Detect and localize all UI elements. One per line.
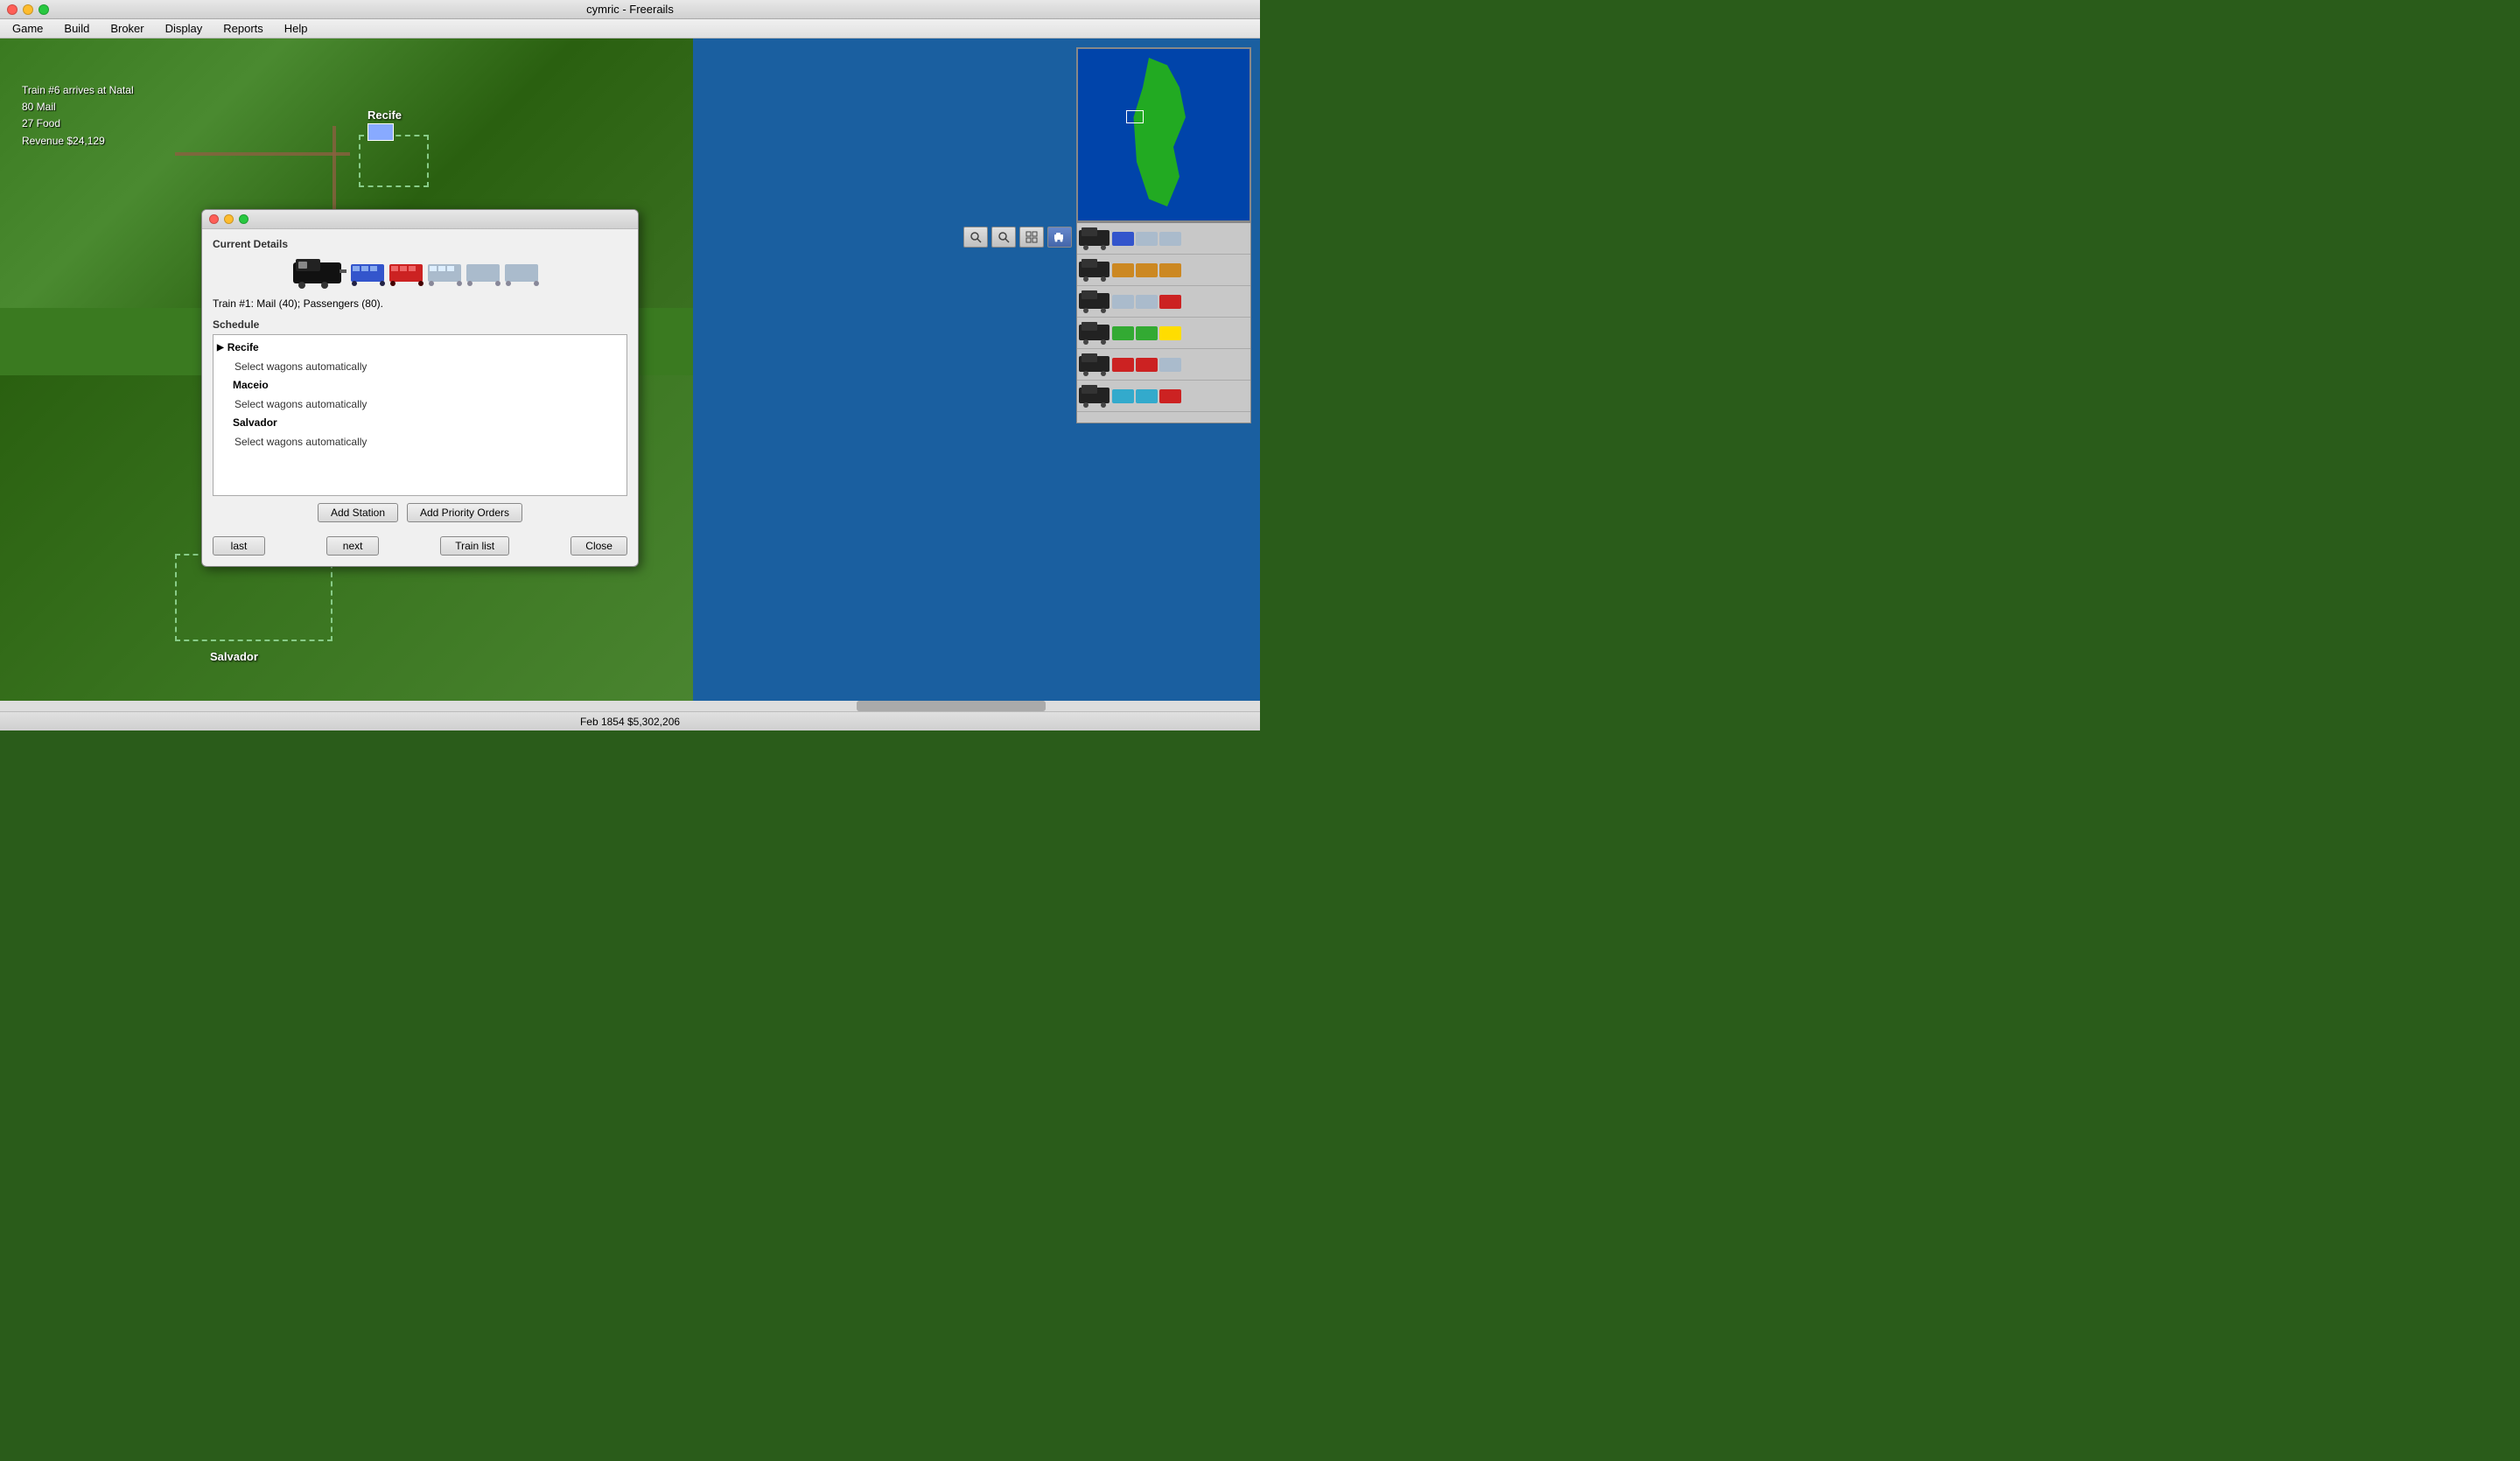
- train-row-6-visual: [1079, 384, 1193, 409]
- last-button[interactable]: last: [213, 536, 265, 556]
- salvador-label: Salvador: [210, 650, 258, 663]
- minimize-button[interactable]: [23, 4, 33, 15]
- window-title: cymric - Freerails: [586, 3, 674, 16]
- train-image-area: [213, 257, 627, 290]
- scrollbar-thumb[interactable]: [857, 701, 1046, 711]
- train-list-row[interactable]: [1077, 381, 1250, 412]
- menu-game[interactable]: Game: [4, 21, 52, 36]
- horizontal-scrollbar[interactable]: [0, 701, 1260, 711]
- statusbar-text: Feb 1854 $5,302,206: [580, 716, 680, 728]
- menu-broker[interactable]: Broker: [102, 21, 152, 36]
- zoom2-icon: [998, 231, 1010, 243]
- add-station-button[interactable]: Add Station: [318, 503, 398, 522]
- grid-icon: [1026, 231, 1038, 243]
- schedule-city-maceio: Maceio: [217, 376, 623, 395]
- add-priority-button[interactable]: Add Priority Orders: [407, 503, 522, 522]
- menu-help[interactable]: Help: [276, 21, 317, 36]
- train-notification: Train #6 arrives at Natal 80 Mail 27 Foo…: [22, 82, 134, 150]
- view-icon-zoom[interactable]: [963, 227, 988, 248]
- selection-salvador: [175, 554, 332, 641]
- schedule-wagons-maceio: Select wagons automatically: [217, 395, 623, 415]
- train-detail-visual: [291, 257, 550, 290]
- schedule-wagons-salvador: Select wagons automatically: [217, 433, 623, 452]
- recife-indicator: [368, 123, 394, 141]
- menubar: Game Build Broker Display Reports Help: [0, 19, 1260, 38]
- schedule-entry-recife[interactable]: ▶ Recife Select wagons automatically: [217, 339, 623, 376]
- schedule-city-recife: ▶ Recife: [217, 339, 623, 358]
- close-button[interactable]: [7, 4, 18, 15]
- recife-label: Recife: [368, 108, 402, 122]
- minimap[interactable]: [1076, 47, 1251, 222]
- view-icon-zoom2[interactable]: [991, 227, 1016, 248]
- train-row-2-visual: [1079, 258, 1193, 283]
- train-list-row[interactable]: [1077, 349, 1250, 381]
- zoom-icon: [970, 231, 982, 243]
- minimap-viewport: [1126, 110, 1144, 123]
- train-icon: [1054, 231, 1066, 243]
- titlebar-buttons: [7, 4, 49, 15]
- schedule-entry-salvador[interactable]: Salvador Select wagons automatically: [217, 414, 623, 451]
- notif-line1: Train #6 arrives at Natal: [22, 82, 134, 99]
- train-description: Train #1: Mail (40); Passengers (80).: [213, 297, 627, 310]
- menu-build[interactable]: Build: [55, 21, 98, 36]
- schedule-title: Schedule: [213, 318, 627, 331]
- schedule-entry-maceio[interactable]: Maceio Select wagons automatically: [217, 376, 623, 414]
- train-details-modal[interactable]: Current Details: [201, 209, 639, 567]
- train-row-4-visual: [1079, 321, 1193, 346]
- game-area: Train #6 arrives at Natal 80 Mail 27 Foo…: [0, 38, 1260, 711]
- salvador-city-area: Salvador: [210, 650, 258, 663]
- train-row-5-visual: [1079, 353, 1193, 377]
- current-details-title: Current Details: [213, 238, 627, 250]
- modal-close-btn[interactable]: [209, 214, 219, 224]
- railroad-horizontal: [175, 152, 350, 156]
- view-icon-train[interactable]: [1047, 227, 1072, 248]
- notif-line2: 80 Mail: [22, 99, 134, 115]
- train-row-3-visual: [1079, 290, 1193, 314]
- schedule-section: Schedule ▶ Recife Select wagons automati…: [213, 318, 627, 522]
- train-list-row[interactable]: [1077, 318, 1250, 349]
- modal-close-button[interactable]: Close: [570, 536, 627, 556]
- notif-line3: 27 Food: [22, 115, 134, 132]
- train-row-1-visual: [1079, 227, 1193, 251]
- train-list-button[interactable]: Train list: [440, 536, 509, 556]
- modal-body: Current Details: [202, 229, 638, 566]
- next-button[interactable]: next: [326, 536, 379, 556]
- train-list-row[interactable]: [1077, 223, 1250, 255]
- minimap-land: [1130, 58, 1192, 206]
- active-arrow: ▶: [217, 340, 224, 356]
- modal-titlebar: [202, 210, 638, 229]
- modal-max-btn[interactable]: [239, 214, 248, 224]
- schedule-buttons: Add Station Add Priority Orders: [213, 503, 627, 522]
- menu-display[interactable]: Display: [157, 21, 212, 36]
- titlebar: cymric - Freerails: [0, 0, 1260, 19]
- recife-city-area: Recife: [368, 108, 402, 141]
- train-list-panel: [1076, 222, 1251, 423]
- view-icons-panel: [963, 227, 1072, 248]
- statusbar: Feb 1854 $5,302,206: [0, 711, 1260, 730]
- schedule-city-salvador: Salvador: [217, 414, 623, 433]
- menu-reports[interactable]: Reports: [214, 21, 272, 36]
- view-icon-grid[interactable]: [1019, 227, 1044, 248]
- maximize-button[interactable]: [38, 4, 49, 15]
- nav-buttons: last next Train list Close: [213, 531, 627, 557]
- notif-line4: Revenue $24,129: [22, 133, 134, 150]
- selection-recife: [359, 135, 429, 187]
- train-list-row[interactable]: [1077, 255, 1250, 286]
- modal-min-btn[interactable]: [224, 214, 234, 224]
- train-list-row[interactable]: [1077, 286, 1250, 318]
- schedule-list[interactable]: ▶ Recife Select wagons automatically Mac…: [213, 334, 627, 496]
- schedule-wagons-recife: Select wagons automatically: [217, 358, 623, 377]
